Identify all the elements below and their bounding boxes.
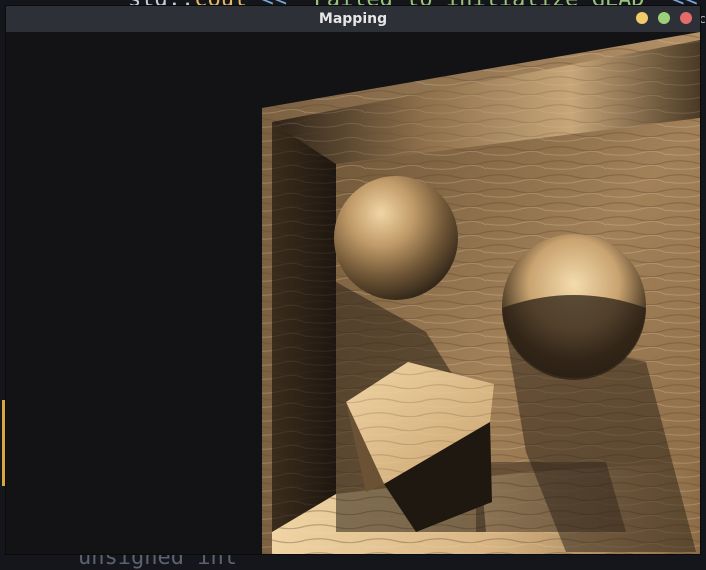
window-title: Mapping [318, 11, 388, 27]
maximize-button[interactable] [658, 12, 670, 24]
minimize-button[interactable] [636, 12, 648, 24]
mapping-window[interactable]: Mapping [6, 6, 700, 554]
scene-render [262, 32, 700, 554]
window-controls [636, 12, 692, 24]
render-viewport[interactable] [6, 32, 700, 554]
editor-gutter-marker [2, 400, 5, 486]
close-button[interactable] [680, 12, 692, 24]
sphere-left [334, 176, 458, 300]
window-titlebar[interactable]: Mapping [6, 6, 700, 32]
